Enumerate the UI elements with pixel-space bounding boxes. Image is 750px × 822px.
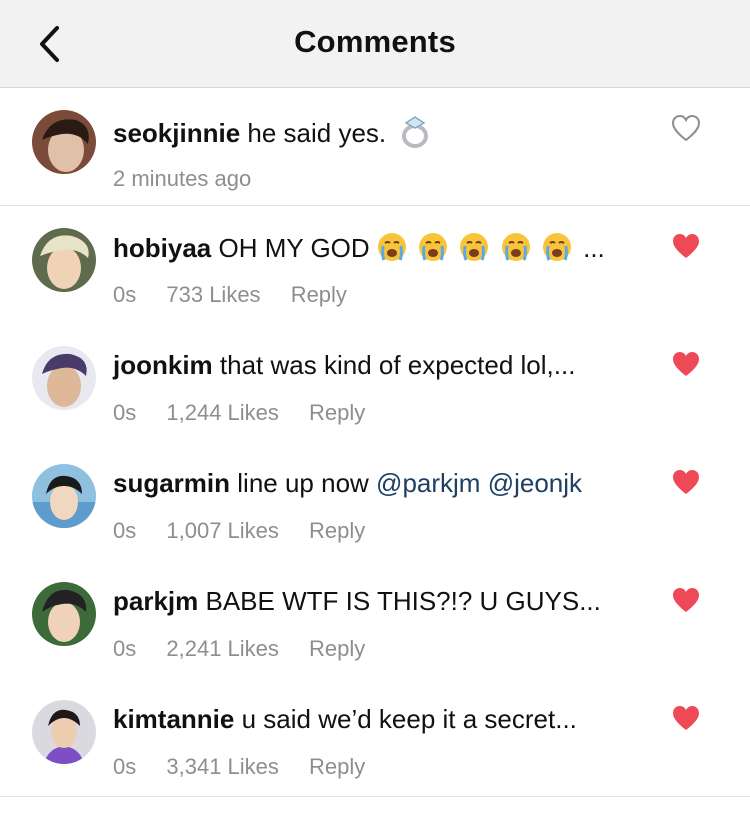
comment-meta: 0s 2,241 Likes Reply <box>113 636 389 662</box>
comment-username[interactable]: kimtannie <box>113 704 234 734</box>
comment-text: OH MY GOD <box>218 233 370 263</box>
avatar[interactable] <box>32 464 96 528</box>
comment-timestamp: 0s <box>113 754 137 779</box>
comment-username[interactable]: sugarmin <box>113 468 230 498</box>
comment-text-line: parkjm BABE WTF IS THIS?!? U GUYS... <box>113 586 601 617</box>
heart-filled-icon[interactable] <box>671 232 701 260</box>
comment-text: line up now <box>237 468 369 498</box>
reply-button[interactable]: Reply <box>309 518 365 543</box>
comment-item: hobiyaa OH MY GOD ... 0s 733 Likes Reply <box>0 206 750 324</box>
avatar[interactable] <box>32 346 96 410</box>
comment-meta: 0s 1,007 Likes Reply <box>113 518 389 544</box>
crying-emoji-icon <box>501 233 530 261</box>
comment-username[interactable]: parkjm <box>113 586 198 616</box>
mention-link[interactable]: @parkjm <box>376 468 480 498</box>
avatar[interactable] <box>32 582 96 646</box>
comment-username[interactable]: hobiyaa <box>113 233 211 263</box>
avatar[interactable] <box>32 110 96 174</box>
comment-text-line: joonkim that was kind of expected lol,..… <box>113 350 575 381</box>
comment-item: joonkim that was kind of expected lol,..… <box>0 324 750 442</box>
heart-filled-icon[interactable] <box>671 704 701 732</box>
comment-text-line: kimtannie u said we’d keep it a secret..… <box>113 704 577 735</box>
heart-filled-icon[interactable] <box>671 468 701 496</box>
caption-text-line: seokjinnie he said yes. <box>113 114 433 149</box>
likes-count[interactable]: 733 Likes <box>166 282 260 307</box>
reply-button[interactable]: Reply <box>291 282 347 307</box>
comment-timestamp: 0s <box>113 518 137 543</box>
caption-timestamp: 2 minutes ago <box>113 166 252 191</box>
comment-text-line: sugarmin line up now @parkjm @jeonjk <box>113 468 582 499</box>
comment-meta: 0s 1,244 Likes Reply <box>113 400 389 426</box>
comment-text: BABE WTF IS THIS?!? U GUYS... <box>205 586 601 616</box>
reply-button[interactable]: Reply <box>309 636 365 661</box>
comment-text-line: hobiyaa OH MY GOD ... <box>113 232 605 264</box>
crying-emoji-icon <box>377 233 406 261</box>
comment-meta: 0s 733 Likes Reply <box>113 282 371 308</box>
comment-meta: 0s 3,341 Likes Reply <box>113 754 389 780</box>
crying-emoji-group <box>377 233 583 263</box>
comment-item: sugarmin line up now @parkjm @jeonjk 0s … <box>0 442 750 560</box>
reply-button[interactable]: Reply <box>309 400 365 425</box>
comment-item: kimtannie u said we’d keep it a secret..… <box>0 678 750 796</box>
comment-text: u said we’d keep it a secret... <box>241 704 577 734</box>
ring-emoji-icon <box>402 116 429 148</box>
comment-timestamp: 0s <box>113 400 137 425</box>
post-caption: seokjinnie he said yes. 2 minutes ago <box>0 88 750 206</box>
mention-link[interactable]: @jeonjk <box>488 468 582 498</box>
caption-meta: 2 minutes ago <box>113 166 275 192</box>
crying-emoji-icon <box>542 233 571 261</box>
likes-count[interactable]: 3,341 Likes <box>166 754 279 779</box>
heart-filled-icon[interactable] <box>671 350 701 378</box>
comment-timestamp: 0s <box>113 636 137 661</box>
avatar[interactable] <box>32 228 96 292</box>
caption-username[interactable]: seokjinnie <box>113 118 240 148</box>
divider <box>0 796 750 797</box>
crying-emoji-icon <box>419 233 448 261</box>
comment-item: parkjm BABE WTF IS THIS?!? U GUYS... 0s … <box>0 560 750 678</box>
comment-ellipsis: ... <box>583 233 605 263</box>
comment-timestamp: 0s <box>113 282 137 307</box>
likes-count[interactable]: 1,007 Likes <box>166 518 279 543</box>
comment-text: that was kind of expected lol,... <box>219 350 576 380</box>
likes-count[interactable]: 2,241 Likes <box>166 636 279 661</box>
caption-text: he said yes. <box>247 118 387 148</box>
crying-emoji-icon <box>460 233 489 261</box>
reply-button[interactable]: Reply <box>309 754 365 779</box>
header-bar: Comments <box>0 0 750 88</box>
heart-filled-icon[interactable] <box>671 586 701 614</box>
likes-count[interactable]: 1,244 Likes <box>166 400 279 425</box>
comment-username[interactable]: joonkim <box>113 350 213 380</box>
heart-outline-icon[interactable] <box>671 114 701 142</box>
page-title: Comments <box>294 24 456 59</box>
avatar[interactable] <box>32 700 96 764</box>
